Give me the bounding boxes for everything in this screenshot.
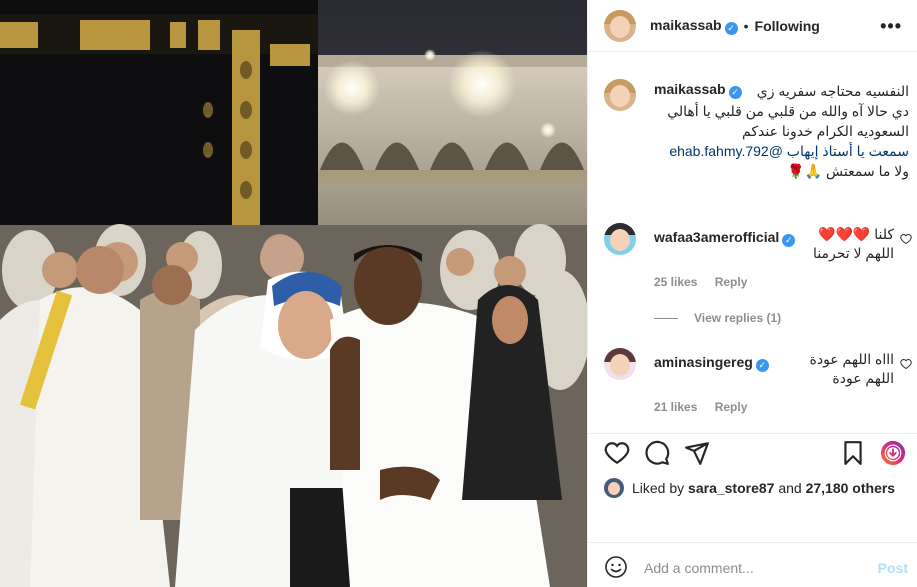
comment-like-heart-icon[interactable] (900, 233, 912, 245)
liked-by-prefix: Liked by (632, 480, 685, 496)
liked-by-user[interactable]: sara_store87 (688, 480, 774, 496)
comment-line: اللهم لا تحرمنا (813, 245, 894, 261)
comment-line: اااه اللهم عودة (809, 351, 895, 367)
comment-reply-button[interactable]: Reply (715, 400, 748, 414)
comment-likes-count[interactable]: 25 likes (654, 275, 697, 289)
follow-status-button[interactable]: Following (755, 18, 820, 34)
comment-meta: 25 likes Reply (654, 275, 761, 289)
post-comment-button[interactable]: Post (878, 560, 908, 576)
caption-text: النفسيه محتاجه سفريه زي دي حالا آه والله… (654, 81, 909, 181)
comment-like-heart-icon[interactable] (900, 358, 912, 370)
post-photo[interactable] (0, 0, 587, 587)
separator-dot: • (743, 17, 749, 34)
caption-line: السعوديه الكرام خدونا عندكم (742, 123, 909, 139)
comment-icon[interactable] (644, 440, 670, 466)
comment-meta: 21 likes Reply (654, 400, 761, 414)
post-photo-illustration (0, 0, 587, 587)
author-username[interactable]: maikassab ✓ (650, 17, 738, 35)
post-header: maikassab ✓ • Following ••• (588, 0, 917, 52)
caption-mention-line[interactable]: سمعت يا أستاذ إيهاب @ehab.fahmy.792 (654, 141, 909, 161)
commenter-avatar[interactable] (604, 223, 636, 255)
post-side-panel: maikassab ✓ • Following ••• maikassab ✓ ال… (587, 0, 917, 587)
liked-by-summary: Liked by sara_store87 and 27,180 others (604, 478, 895, 498)
view-replies-label[interactable]: View replies (1) (694, 311, 781, 325)
more-options-icon[interactable]: ••• (880, 16, 902, 37)
instagram-post-modal: maikassab ✓ • Following ••• maikassab ✓ ال… (0, 0, 917, 587)
caption-line: دي حالا آه والله من قلبي من قلبي يا أهال… (667, 103, 909, 119)
comment-input[interactable]: Add a comment... (644, 560, 754, 576)
heart-icon[interactable] (604, 440, 630, 466)
emoji-icon[interactable] (604, 555, 628, 579)
caption-line: النفسيه محتاجه سفريه زي (756, 83, 909, 99)
caption-line: ولا ما سمعتش 🙏🌹 (787, 163, 909, 179)
post-action-bar (588, 433, 917, 473)
liked-by-middle: and (778, 480, 802, 496)
comment-likes-count[interactable]: 21 likes (654, 400, 697, 414)
liked-by-others[interactable]: 27,180 others (806, 480, 896, 496)
comment-line: اللهم عودة (832, 370, 894, 386)
comment-text: كلنا ❤️❤️❤️ اللهم لا تحرمنا (654, 225, 894, 263)
author-username-text[interactable]: maikassab (650, 17, 722, 33)
comment-reply-button[interactable]: Reply (715, 275, 748, 289)
comment-text: اااه اللهم عودة اللهم عودة (654, 350, 895, 388)
author-avatar[interactable] (604, 9, 636, 42)
verified-badge-icon: ✓ (724, 21, 738, 35)
add-comment-bar: Add a comment... Post (588, 542, 917, 587)
comments-scroll-area[interactable]: maikassab ✓ النفسيه محتاجه سفريه زي دي حا… (588, 53, 917, 433)
liker-avatar[interactable] (604, 478, 624, 498)
view-replies-line (654, 317, 678, 319)
share-icon[interactable] (684, 440, 710, 466)
comment-line: كلنا ❤️❤️❤️ (818, 226, 894, 242)
bookmark-icon[interactable] (840, 440, 866, 466)
reels-icon[interactable] (880, 440, 906, 466)
commenter-avatar[interactable] (604, 348, 636, 380)
view-replies-button[interactable]: View replies (1) (654, 311, 781, 325)
caption-avatar[interactable] (604, 79, 636, 111)
